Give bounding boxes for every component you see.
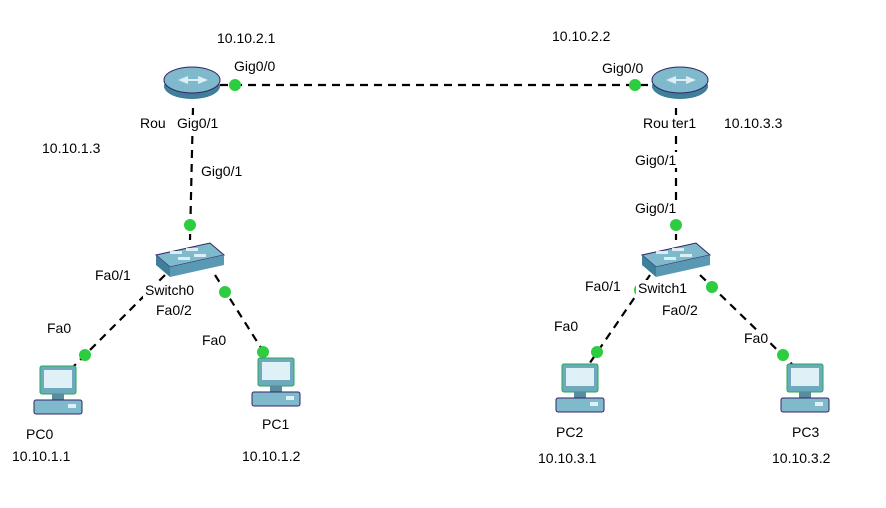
- port-r1-g01: Gig0/1: [633, 152, 678, 168]
- port-r0-g00: Gig0/0: [232, 58, 277, 74]
- pc1-icon[interactable]: [246, 352, 306, 412]
- port-r1-g00: Gig0/0: [600, 60, 645, 76]
- port-r0-g01: Gig0/1: [175, 115, 220, 131]
- port-sw0-fa02: Fa0/2: [154, 302, 194, 318]
- switch1-label: Switch1: [636, 280, 689, 296]
- link-dot: [219, 286, 231, 298]
- pc2-icon[interactable]: [550, 358, 610, 418]
- link-dot: [629, 79, 641, 91]
- pc0-icon[interactable]: [28, 360, 88, 420]
- switch0-label: Switch0: [143, 282, 196, 298]
- pc2-label: PC2: [554, 424, 585, 440]
- router1-icon[interactable]: [648, 58, 712, 106]
- ip-pc1: 10.10.1.2: [240, 448, 302, 464]
- switch1-icon[interactable]: [636, 235, 716, 283]
- port-pc0-fa0: Fa0: [45, 320, 73, 336]
- links-layer: [0, 0, 886, 508]
- link-dot: [591, 346, 603, 358]
- switch0-icon[interactable]: [150, 235, 230, 283]
- ip-pc3: 10.10.3.2: [770, 450, 832, 466]
- pc3-label: PC3: [790, 424, 821, 440]
- router1-label: Rou: [641, 115, 671, 131]
- ip-router1-g00: 10.10.2.2: [550, 28, 612, 44]
- port-pc1-fa0: Fa0: [200, 332, 228, 348]
- ip-router1-lan: 10.10.3.3: [722, 115, 784, 131]
- pc0-label: PC0: [24, 426, 55, 442]
- port-sw1-fa01: Fa0/1: [583, 278, 623, 294]
- port-pc3-fa0: Fa0: [742, 330, 770, 346]
- link-dot: [229, 79, 241, 91]
- ip-router0-g00: 10.10.2.1: [215, 30, 277, 46]
- pc3-icon[interactable]: [775, 358, 835, 418]
- ip-router0-lan: 10.10.1.3: [40, 140, 102, 156]
- port-pc2-fa0: Fa0: [552, 318, 580, 334]
- topology-canvas: 10.10.2.1 10.10.2.2 Gig0/0 Gig0/0 Rou Gi…: [0, 0, 886, 508]
- port-sw0-fa01: Fa0/1: [93, 267, 133, 283]
- link-dot: [670, 219, 682, 231]
- port-sw0-g01-top: Gig0/1: [199, 163, 244, 179]
- router0-icon[interactable]: [160, 58, 224, 106]
- router1-label-suffix: ter1: [670, 115, 698, 131]
- link-dot: [184, 219, 196, 231]
- pc1-label: PC1: [260, 416, 291, 432]
- ip-pc0: 10.10.1.1: [10, 448, 72, 464]
- port-sw1-g01: Gig0/1: [633, 200, 678, 216]
- router0-label: Rou: [138, 115, 168, 131]
- port-sw1-fa02: Fa0/2: [660, 302, 700, 318]
- ip-pc2: 10.10.3.1: [536, 450, 598, 466]
